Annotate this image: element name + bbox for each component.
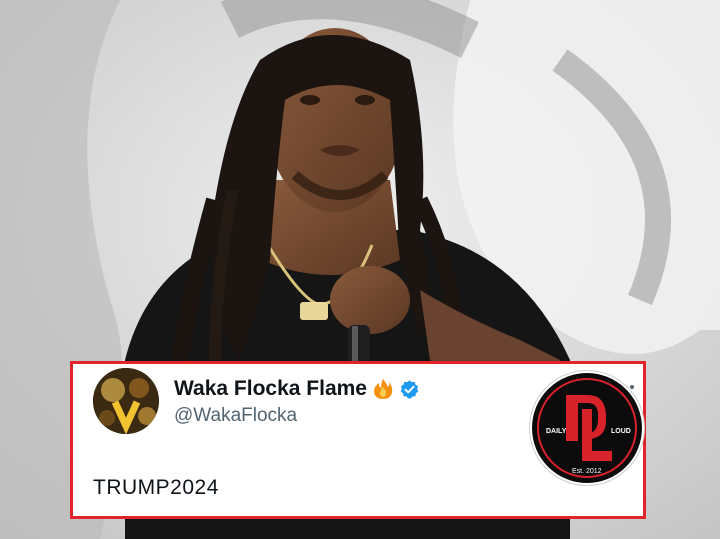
svg-text:Est. 2012: Est. 2012 xyxy=(572,468,602,475)
verified-badge-icon xyxy=(399,379,420,400)
fire-icon xyxy=(373,378,393,400)
display-name[interactable]: Waka Flocka Flame xyxy=(174,377,367,401)
avatar[interactable] xyxy=(93,368,159,434)
daily-loud-logo: DAILY LOUD Est. 2012 xyxy=(530,371,644,485)
name-row: Waka Flocka Flame xyxy=(174,377,420,401)
svg-text:LOUD: LOUD xyxy=(611,428,631,435)
svg-text:DAILY: DAILY xyxy=(546,428,567,435)
tweet-card[interactable]: Waka Flocka Flame @WakaFlocka TRUMP2024 xyxy=(70,361,646,519)
tweet-text: TRUMP2024 xyxy=(93,476,219,499)
user-handle[interactable]: @WakaFlocka xyxy=(174,405,297,427)
